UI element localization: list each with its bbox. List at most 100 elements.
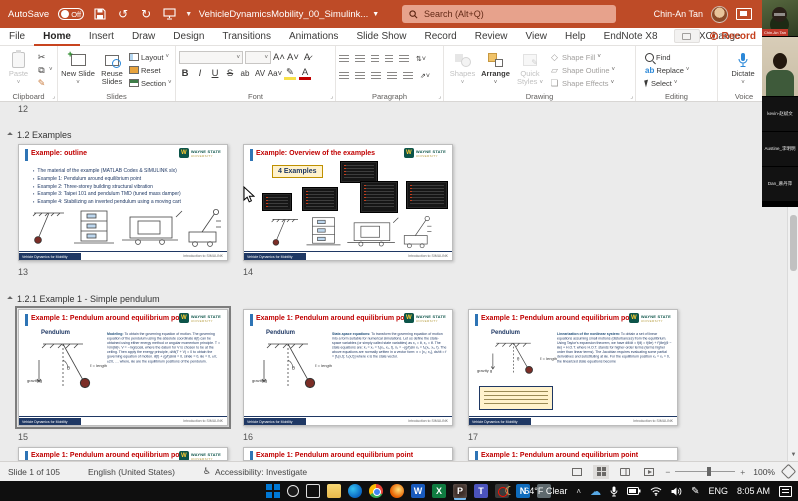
tab-transitions[interactable]: Transitions	[213, 28, 280, 46]
paste-button[interactable]: Paste˅	[3, 49, 34, 89]
zoom-slider-handle[interactable]	[707, 467, 711, 476]
clear-formatting-button[interactable]: A̷	[301, 51, 313, 64]
slide-thumbnail-19-partial[interactable]: Example 1: Pendulum around equilibrium p…	[243, 447, 453, 461]
paragraph-dialog-launcher[interactable]: ⌟	[438, 93, 441, 100]
participant-video-tile[interactable]	[762, 37, 798, 97]
autosave-toggle[interactable]: Off	[58, 8, 84, 20]
participant-name-tile[interactable]: Dan_慕丹萍	[762, 167, 798, 202]
align-center-icon[interactable]	[355, 72, 365, 80]
copy-button[interactable]: ⧉˅	[36, 64, 53, 76]
font-name-select[interactable]: ˅	[179, 51, 243, 64]
increase-indent-icon[interactable]	[385, 55, 393, 63]
file-explorer-icon[interactable]	[327, 484, 341, 498]
record-button[interactable]: Record	[710, 31, 756, 42]
task-view-icon[interactable]	[306, 484, 320, 498]
italic-button[interactable]: I	[194, 67, 206, 80]
underline-button[interactable]: U	[209, 67, 221, 80]
clock[interactable]: 8:05 AM	[737, 486, 770, 496]
convert-smartart-icon[interactable]: ⇗˅	[419, 69, 431, 82]
chrome-browser-icon[interactable]	[369, 484, 383, 498]
tab-design[interactable]: Design	[164, 28, 213, 46]
shape-outline-button[interactable]: ▱Shape Outline˅	[549, 64, 615, 76]
language-status[interactable]: English (United States)	[88, 467, 175, 477]
tab-endnote[interactable]: EndNote X8	[595, 28, 667, 46]
align-right-icon[interactable]	[371, 72, 381, 80]
font-color-button[interactable]: A	[299, 67, 311, 80]
wifi-icon[interactable]	[650, 487, 662, 496]
hidden-icons-chevron[interactable]: ˄	[576, 487, 581, 496]
text-direction-icon[interactable]: ⇅˅	[415, 52, 427, 65]
select-button[interactable]: Select˅	[645, 77, 689, 89]
weather-moon-icon[interactable]: ☾	[505, 484, 516, 498]
search-input[interactable]	[424, 9, 584, 19]
qat-customize-icon[interactable]: ▼	[185, 11, 192, 18]
tab-draw[interactable]: Draw	[123, 28, 164, 46]
strikethrough-button[interactable]: S	[224, 67, 236, 80]
character-spacing-button[interactable]: AV	[254, 67, 266, 80]
participant-video-tile[interactable]: Chin-An Tan	[762, 0, 798, 37]
format-painter-button[interactable]: ✎	[36, 77, 53, 89]
highlight-color-button[interactable]: ✎	[284, 67, 296, 80]
speaker-icon[interactable]	[671, 487, 682, 496]
accessibility-status[interactable]: ♿Accessibility: Investigate	[203, 466, 307, 477]
font-dialog-launcher[interactable]: ⌟	[330, 93, 333, 100]
decrease-indent-icon[interactable]	[371, 55, 379, 63]
tab-insert[interactable]: Insert	[80, 28, 123, 46]
tab-help[interactable]: Help	[556, 28, 595, 46]
excel-icon[interactable]: X	[432, 484, 446, 498]
bold-button[interactable]: B	[179, 67, 191, 80]
reading-view-button[interactable]	[617, 465, 633, 479]
account-area[interactable]: Chin-An Tan	[654, 0, 752, 28]
slide-thumbnail-13[interactable]: Example: outline WWAYNE STATEUNIVERSITY …	[18, 144, 228, 261]
tab-view[interactable]: View	[517, 28, 557, 46]
zoom-in-button[interactable]: +	[740, 467, 745, 477]
search-taskbar-icon[interactable]	[287, 485, 299, 497]
justify-icon[interactable]	[387, 72, 397, 80]
arrange-button[interactable]: Arrange˅	[480, 49, 511, 89]
clipboard-dialog-launcher[interactable]: ⌟	[52, 93, 55, 100]
fit-to-window-button[interactable]	[781, 464, 797, 480]
section-header-example1[interactable]: 1.2.1 Example 1 - Simple pendulum	[8, 294, 160, 304]
teams-icon[interactable]: T	[474, 484, 488, 498]
dictate-button[interactable]: Dictate˅	[721, 49, 765, 89]
align-left-icon[interactable]	[339, 72, 349, 80]
comments-button[interactable]	[674, 29, 700, 43]
reuse-slides-button[interactable]: Reuse Slides	[97, 49, 127, 89]
decrease-font-size-button[interactable]: A˅	[287, 51, 299, 64]
reset-button[interactable]: Reset	[129, 64, 172, 76]
increase-font-size-button[interactable]: A˄	[273, 51, 285, 64]
user-avatar[interactable]	[711, 6, 728, 23]
slideshow-view-button[interactable]	[641, 465, 657, 479]
save-icon[interactable]	[93, 7, 107, 21]
line-spacing-icon[interactable]	[399, 55, 409, 63]
pen-icon[interactable]: ✎	[691, 486, 699, 497]
tab-slide-show[interactable]: Slide Show	[347, 28, 415, 46]
columns-icon[interactable]	[403, 72, 413, 80]
numbering-icon[interactable]	[355, 55, 365, 63]
onedrive-icon[interactable]: ☁	[590, 485, 601, 498]
browser-icon[interactable]	[390, 484, 404, 498]
shape-fill-button[interactable]: ◇Shape Fill˅	[549, 51, 615, 63]
document-title[interactable]: VehicleDynamicsMobility_00_Simulink...▼	[204, 0, 374, 28]
notification-center-icon[interactable]	[779, 486, 792, 497]
scroll-down-arrow[interactable]: ▼	[788, 448, 798, 461]
scrollbar-thumb[interactable]	[790, 215, 797, 271]
quick-styles-button[interactable]: Quick Styles ˅	[513, 49, 547, 89]
bullets-icon[interactable]	[339, 55, 349, 63]
vertical-scrollbar[interactable]: ▼	[787, 207, 798, 461]
word-icon[interactable]: W	[411, 484, 425, 498]
font-size-select[interactable]: ˅	[245, 51, 271, 64]
tab-animations[interactable]: Animations	[280, 28, 347, 46]
shape-effects-button[interactable]: ❏Shape Effects˅	[549, 77, 615, 89]
tab-review[interactable]: Review	[466, 28, 517, 46]
cut-button[interactable]: ✂	[36, 51, 53, 63]
replace-button[interactable]: abReplace˅	[645, 64, 689, 76]
text-shadow-button[interactable]: ab	[239, 67, 251, 80]
find-button[interactable]: Find	[645, 51, 689, 63]
slide-thumbnail-15[interactable]: Example 1: Pendulum around equilibrium p…	[18, 309, 228, 426]
participant-name-tile[interactable]: Austine_李明明	[762, 132, 798, 167]
search-bar[interactable]	[402, 5, 616, 23]
battery-icon[interactable]	[627, 487, 641, 495]
undo-icon[interactable]: ↺	[116, 7, 130, 21]
tab-file[interactable]: File	[0, 28, 34, 46]
